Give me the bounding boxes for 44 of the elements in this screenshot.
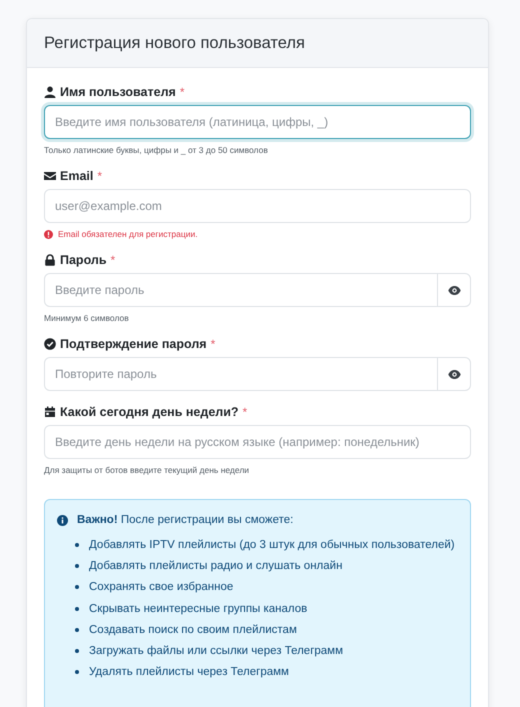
- input-field[interactable]: Введите имя пользователя (латиница, цифры, _): [44, 105, 471, 139]
- help-text: Только латинские буквы, цифры и _ от 3 до 50 символов: [44, 145, 269, 155]
- help-text: Для защиты от ботов введите текущий день недели: [44, 465, 250, 475]
- bullet-icon: [75, 670, 79, 674]
- required-mark: *: [210, 337, 216, 351]
- feature-item: Добавлять плейлисты радио и слушать онлайн: [89, 560, 342, 572]
- info-text: Важно! После регистрации вы сможете:: [77, 514, 294, 526]
- error-message: Email обязателен для регистрации.: [58, 229, 198, 239]
- field-label: Какой сегодня день недели?: [60, 405, 239, 419]
- help-text: Минимум 6 символов: [44, 313, 130, 323]
- field-label: Пароль: [60, 253, 107, 267]
- password-field[interactable]: Введите пароль: [44, 273, 438, 307]
- required-mark: *: [110, 253, 116, 267]
- required-mark: *: [97, 169, 102, 183]
- user-icon: [44, 86, 56, 98]
- error-icon: [44, 230, 53, 238]
- bullet-icon: [75, 564, 79, 568]
- feature-item: Создавать поиск по своим плейлистам: [89, 624, 297, 636]
- feature-item: Удалять плейлисты через Телеграмм: [89, 666, 289, 678]
- feature-item: Добавлять IPTV плейлисты (до 3 штук для обычных пользователей): [89, 538, 455, 551]
- bullet-icon: [75, 628, 79, 632]
- eye-icon: [448, 286, 460, 294]
- required-mark: *: [242, 405, 248, 419]
- lock-icon: [44, 254, 56, 266]
- bullet-icon: [75, 542, 79, 547]
- feature-item: Сохранять свое избранное: [89, 581, 234, 594]
- envelope-icon: [44, 170, 56, 182]
- eye-icon: [448, 370, 460, 378]
- feature-item: Скрывать неинтересные группы каналов: [89, 602, 308, 615]
- required-mark: *: [180, 85, 184, 99]
- calendar-icon: [44, 406, 56, 418]
- bullet-icon: [75, 649, 79, 654]
- show-password-button[interactable]: [437, 357, 471, 391]
- field-label: Email: [60, 169, 94, 183]
- password-field[interactable]: Повторите пароль: [44, 357, 438, 391]
- feature-item: Загружать файлы или ссылки через Телеграмм: [89, 645, 343, 658]
- check-circle-icon: [44, 338, 56, 350]
- bullet-icon: [75, 585, 79, 590]
- show-password-button[interactable]: [437, 273, 471, 307]
- field-label: Имя пользователя: [60, 85, 176, 99]
- field-label: Подтверждение пароля: [60, 337, 207, 351]
- bullet-icon: [75, 606, 79, 611]
- info-icon: [57, 514, 68, 526]
- card-title: Регистрация нового пользователя: [44, 34, 306, 53]
